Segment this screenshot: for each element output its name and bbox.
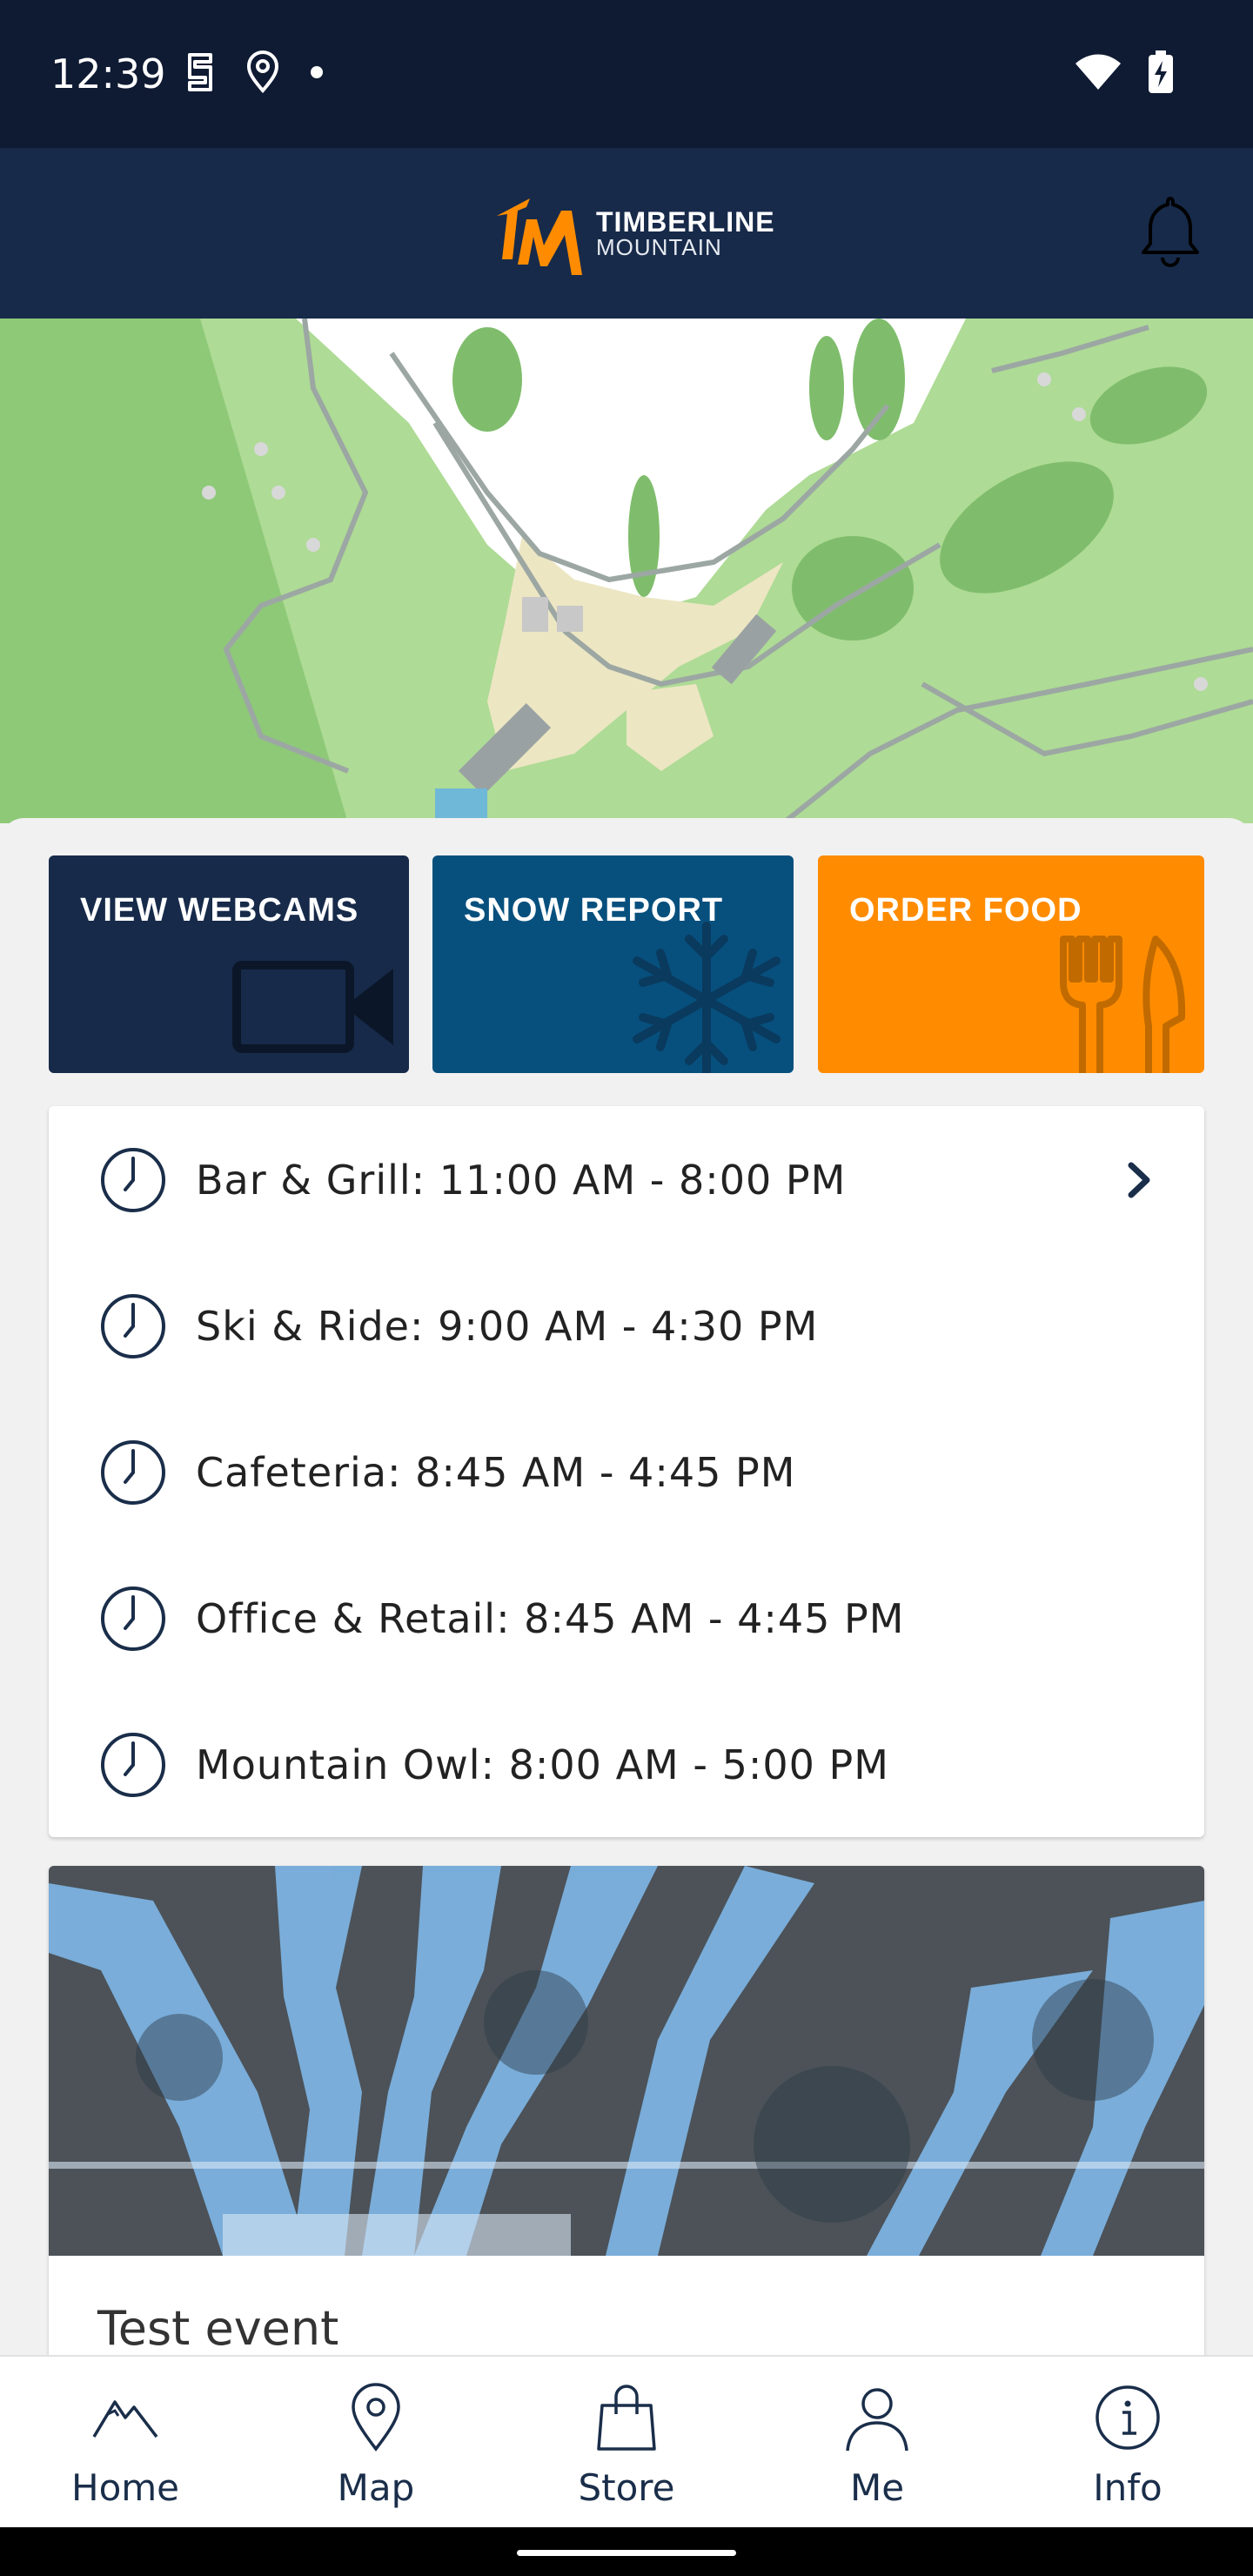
view-webcams-button[interactable]: VIEW WEBCAMS [49, 855, 409, 1073]
snow-report-button[interactable]: SNOW REPORT [432, 855, 794, 1073]
bell-icon[interactable] [1131, 191, 1209, 270]
hours-text: Cafeteria: 8:45 AM - 4:45 PM [196, 1449, 796, 1496]
resort-map[interactable] [0, 319, 1253, 823]
hours-text: Office & Retail: 8:45 AM - 4:45 PM [196, 1595, 905, 1642]
event-title: Test event [97, 2301, 339, 2356]
status-icons-left [183, 50, 325, 94]
nav-map-label: Map [337, 2466, 415, 2509]
nav-map[interactable]: Map [251, 2357, 501, 2529]
clock-icon [101, 1733, 165, 1797]
order-food-label: ORDER FOOD [849, 892, 1082, 929]
hours-row-mountain-owl[interactable]: Mountain Owl: 8:00 AM - 5:00 PM [49, 1691, 1204, 1837]
mountain-icon [92, 2400, 158, 2438]
person-icon [846, 2388, 908, 2452]
nav-me-label: Me [849, 2466, 905, 2509]
video-camera-icon [232, 961, 393, 1053]
nav-home-label: Home [70, 2466, 180, 2509]
hours-text: Ski & Ride: 9:00 AM - 4:30 PM [196, 1303, 819, 1350]
clock-icon [101, 1440, 165, 1505]
event-card[interactable]: Test event [49, 1866, 1204, 2388]
status-bar: 12:39 [0, 0, 1253, 148]
map-pin-icon [352, 2383, 400, 2452]
snowflake-icon [633, 922, 781, 1073]
hours-text: Mountain Owl: 8:00 AM - 5:00 PM [196, 1741, 889, 1788]
gesture-handle[interactable] [517, 2550, 736, 2556]
logo[interactable]: TIMBERLINE MOUNTAIN [492, 184, 775, 282]
clock-icon [101, 1587, 165, 1651]
dot-icon [311, 66, 323, 78]
nav-me[interactable]: Me [752, 2357, 1002, 2529]
location-icon [246, 50, 279, 94]
resort-map-image [0, 319, 1253, 823]
gesture-area [0, 2527, 1253, 2576]
logo-mark-icon [497, 198, 582, 275]
hours-card: Bar & Grill: 11:00 AM - 8:00 PM Ski & Ri… [49, 1106, 1204, 1837]
nav-info-label: Info [1093, 2466, 1163, 2509]
logo-text: TIMBERLINE MOUNTAIN [596, 208, 775, 258]
status-icons-right [1074, 50, 1175, 94]
logo-line1: TIMBERLINE [596, 206, 775, 238]
nav-home[interactable]: Home [0, 2357, 251, 2529]
nav-store-label: Store [578, 2466, 675, 2509]
order-food-button[interactable]: ORDER FOOD [818, 855, 1204, 1073]
chevron-right-icon[interactable] [1117, 1158, 1161, 1202]
hours-text: Bar & Grill: 11:00 AM - 8:00 PM [196, 1157, 847, 1204]
hours-row-ski-ride[interactable]: Ski & Ride: 9:00 AM - 4:30 PM [49, 1252, 1204, 1399]
status-time: 12:39 [50, 50, 166, 97]
app-header: TIMBERLINE MOUNTAIN [0, 148, 1253, 319]
nav-info[interactable]: Info [1002, 2357, 1253, 2529]
content-sheet: VIEW WEBCAMS SNOW REPORT ORDER FOOD Bar … [0, 818, 1253, 2388]
hours-row-office-retail[interactable]: Office & Retail: 8:45 AM - 4:45 PM [49, 1545, 1204, 1691]
clock-icon [101, 1294, 165, 1358]
shopping-bag-icon [597, 2385, 656, 2451]
hours-row-cafeteria[interactable]: Cafeteria: 8:45 AM - 4:45 PM [49, 1399, 1204, 1545]
wifi-icon [1075, 54, 1121, 90]
bottom-nav: Home Map Store Me Info [0, 2355, 1253, 2527]
view-webcams-label: VIEW WEBCAMS [80, 892, 359, 929]
nav-store[interactable]: Store [501, 2357, 752, 2529]
quick-actions: VIEW WEBCAMS SNOW REPORT ORDER FOOD [49, 855, 1204, 1073]
info-icon [1096, 2385, 1160, 2450]
fork-knife-icon [1060, 936, 1186, 1073]
battery-charging-icon [1149, 50, 1173, 93]
clock-icon [101, 1148, 165, 1212]
event-image [49, 1866, 1204, 2256]
hours-row-bar-grill[interactable]: Bar & Grill: 11:00 AM - 8:00 PM [49, 1106, 1204, 1252]
sim-icon [188, 53, 212, 91]
logo-line2: MOUNTAIN [596, 234, 722, 260]
